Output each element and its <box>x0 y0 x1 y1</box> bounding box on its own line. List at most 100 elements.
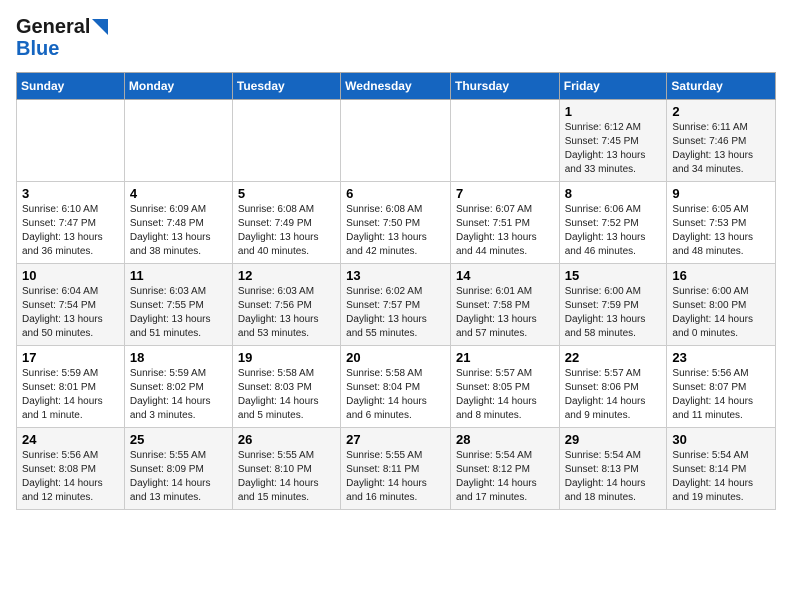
calendar-week-3: 10 Sunrise: 6:04 AM Sunset: 7:54 PM Dayli… <box>17 264 776 346</box>
column-header-friday: Friday <box>559 73 667 100</box>
day-number: 11 <box>130 268 227 283</box>
day-number: 26 <box>238 432 335 447</box>
day-number: 9 <box>672 186 770 201</box>
calendar-cell: 16 Sunrise: 6:00 AM Sunset: 8:00 PM Dayli… <box>667 264 776 346</box>
day-info: Sunrise: 6:10 AM Sunset: 7:47 PM Dayligh… <box>22 203 119 259</box>
day-number: 17 <box>22 350 119 365</box>
day-number: 7 <box>456 186 554 201</box>
calendar-week-1: 1Sunrise: 6:12 AM Sunset: 7:45 PM Daylig… <box>17 100 776 182</box>
calendar-cell <box>341 100 451 182</box>
calendar-cell: 20 Sunrise: 5:58 AM Sunset: 8:04 PM Dayli… <box>341 346 451 428</box>
calendar-cell: 10 Sunrise: 6:04 AM Sunset: 7:54 PM Dayli… <box>17 264 125 346</box>
calendar-cell: 24Sunrise: 5:56 AM Sunset: 8:08 PM Dayli… <box>17 428 125 510</box>
day-info: Sunrise: 6:05 AM Sunset: 7:53 PM Dayligh… <box>672 203 770 259</box>
calendar-cell: 8 Sunrise: 6:06 AM Sunset: 7:52 PM Daylig… <box>559 182 667 264</box>
column-header-sunday: Sunday <box>17 73 125 100</box>
calendar-week-2: 3 Sunrise: 6:10 AM Sunset: 7:47 PM Daylig… <box>17 182 776 264</box>
logo-blue-text: Blue <box>16 38 108 60</box>
day-number: 19 <box>238 350 335 365</box>
calendar-cell: 3 Sunrise: 6:10 AM Sunset: 7:47 PM Daylig… <box>17 182 125 264</box>
day-number: 8 <box>565 186 662 201</box>
day-info: Sunrise: 5:59 AM Sunset: 8:01 PM Dayligh… <box>22 367 119 423</box>
day-number: 14 <box>456 268 554 283</box>
day-number: 16 <box>672 268 770 283</box>
day-number: 23 <box>672 350 770 365</box>
calendar-cell: 29 Sunrise: 5:54 AM Sunset: 8:13 PM Dayli… <box>559 428 667 510</box>
calendar-header-row: SundayMondayTuesdayWednesdayThursdayFrid… <box>17 73 776 100</box>
calendar-cell: 6 Sunrise: 6:08 AM Sunset: 7:50 PM Daylig… <box>341 182 451 264</box>
calendar-cell: 2 Sunrise: 6:11 AM Sunset: 7:46 PM Daylig… <box>667 100 776 182</box>
day-info: Sunrise: 6:00 AM Sunset: 8:00 PM Dayligh… <box>672 285 770 341</box>
day-info: Sunrise: 6:02 AM Sunset: 7:57 PM Dayligh… <box>346 285 445 341</box>
calendar-cell: 11 Sunrise: 6:03 AM Sunset: 7:55 PM Dayli… <box>124 264 232 346</box>
calendar-cell: 19 Sunrise: 5:58 AM Sunset: 8:03 PM Dayli… <box>232 346 340 428</box>
calendar-week-5: 24Sunrise: 5:56 AM Sunset: 8:08 PM Dayli… <box>17 428 776 510</box>
calendar-cell: 1Sunrise: 6:12 AM Sunset: 7:45 PM Daylig… <box>559 100 667 182</box>
day-info: Sunrise: 5:56 AM Sunset: 8:08 PM Dayligh… <box>22 449 119 505</box>
calendar-cell: 23Sunrise: 5:56 AM Sunset: 8:07 PM Dayli… <box>667 346 776 428</box>
calendar-cell <box>124 100 232 182</box>
day-number: 2 <box>672 104 770 119</box>
logo: General Blue <box>16 16 108 60</box>
calendar-cell: 30Sunrise: 5:54 AM Sunset: 8:14 PM Dayli… <box>667 428 776 510</box>
column-header-thursday: Thursday <box>450 73 559 100</box>
day-info: Sunrise: 5:58 AM Sunset: 8:04 PM Dayligh… <box>346 367 445 423</box>
calendar-cell: 27 Sunrise: 5:55 AM Sunset: 8:11 PM Dayli… <box>341 428 451 510</box>
day-info: Sunrise: 5:54 AM Sunset: 8:13 PM Dayligh… <box>565 449 662 505</box>
calendar-cell: 25Sunrise: 5:55 AM Sunset: 8:09 PM Dayli… <box>124 428 232 510</box>
day-info: Sunrise: 5:55 AM Sunset: 8:11 PM Dayligh… <box>346 449 445 505</box>
day-info: Sunrise: 6:03 AM Sunset: 7:55 PM Dayligh… <box>130 285 227 341</box>
day-number: 21 <box>456 350 554 365</box>
calendar-body: 1Sunrise: 6:12 AM Sunset: 7:45 PM Daylig… <box>17 100 776 510</box>
day-info: Sunrise: 6:04 AM Sunset: 7:54 PM Dayligh… <box>22 285 119 341</box>
calendar-cell: 18 Sunrise: 5:59 AM Sunset: 8:02 PM Dayli… <box>124 346 232 428</box>
calendar-table: SundayMondayTuesdayWednesdayThursdayFrid… <box>16 72 776 510</box>
day-number: 22 <box>565 350 662 365</box>
day-number: 10 <box>22 268 119 283</box>
calendar-cell <box>232 100 340 182</box>
calendar-cell: 5 Sunrise: 6:08 AM Sunset: 7:49 PM Daylig… <box>232 182 340 264</box>
calendar-cell: 13Sunrise: 6:02 AM Sunset: 7:57 PM Dayli… <box>341 264 451 346</box>
day-number: 18 <box>130 350 227 365</box>
day-info: Sunrise: 5:58 AM Sunset: 8:03 PM Dayligh… <box>238 367 335 423</box>
calendar-cell <box>17 100 125 182</box>
column-header-tuesday: Tuesday <box>232 73 340 100</box>
calendar-week-4: 17 Sunrise: 5:59 AM Sunset: 8:01 PM Dayli… <box>17 346 776 428</box>
day-info: Sunrise: 5:57 AM Sunset: 8:06 PM Dayligh… <box>565 367 662 423</box>
day-number: 20 <box>346 350 445 365</box>
column-header-monday: Monday <box>124 73 232 100</box>
calendar-cell: 9 Sunrise: 6:05 AM Sunset: 7:53 PM Daylig… <box>667 182 776 264</box>
calendar-cell: 7 Sunrise: 6:07 AM Sunset: 7:51 PM Daylig… <box>450 182 559 264</box>
day-number: 3 <box>22 186 119 201</box>
column-header-saturday: Saturday <box>667 73 776 100</box>
day-number: 29 <box>565 432 662 447</box>
day-info: Sunrise: 6:09 AM Sunset: 7:48 PM Dayligh… <box>130 203 227 259</box>
calendar-cell: 12 Sunrise: 6:03 AM Sunset: 7:56 PM Dayli… <box>232 264 340 346</box>
day-number: 27 <box>346 432 445 447</box>
day-info: Sunrise: 6:01 AM Sunset: 7:58 PM Dayligh… <box>456 285 554 341</box>
day-info: Sunrise: 6:07 AM Sunset: 7:51 PM Dayligh… <box>456 203 554 259</box>
day-info: Sunrise: 6:03 AM Sunset: 7:56 PM Dayligh… <box>238 285 335 341</box>
column-header-wednesday: Wednesday <box>341 73 451 100</box>
calendar-cell: 22 Sunrise: 5:57 AM Sunset: 8:06 PM Dayli… <box>559 346 667 428</box>
calendar-cell: 17 Sunrise: 5:59 AM Sunset: 8:01 PM Dayli… <box>17 346 125 428</box>
calendar-cell <box>450 100 559 182</box>
day-info: Sunrise: 6:08 AM Sunset: 7:49 PM Dayligh… <box>238 203 335 259</box>
day-info: Sunrise: 6:00 AM Sunset: 7:59 PM Dayligh… <box>565 285 662 341</box>
day-number: 5 <box>238 186 335 201</box>
day-number: 1 <box>565 104 662 119</box>
day-number: 4 <box>130 186 227 201</box>
day-info: Sunrise: 5:57 AM Sunset: 8:05 PM Dayligh… <box>456 367 554 423</box>
day-info: Sunrise: 6:11 AM Sunset: 7:46 PM Dayligh… <box>672 121 770 177</box>
day-number: 12 <box>238 268 335 283</box>
calendar-cell: 4 Sunrise: 6:09 AM Sunset: 7:48 PM Daylig… <box>124 182 232 264</box>
day-info: Sunrise: 5:59 AM Sunset: 8:02 PM Dayligh… <box>130 367 227 423</box>
calendar-cell: 26Sunrise: 5:55 AM Sunset: 8:10 PM Dayli… <box>232 428 340 510</box>
calendar-cell: 21 Sunrise: 5:57 AM Sunset: 8:05 PM Dayli… <box>450 346 559 428</box>
day-number: 15 <box>565 268 662 283</box>
day-info: Sunrise: 5:54 AM Sunset: 8:14 PM Dayligh… <box>672 449 770 505</box>
day-info: Sunrise: 6:08 AM Sunset: 7:50 PM Dayligh… <box>346 203 445 259</box>
day-number: 6 <box>346 186 445 201</box>
day-info: Sunrise: 6:06 AM Sunset: 7:52 PM Dayligh… <box>565 203 662 259</box>
calendar-cell: 15 Sunrise: 6:00 AM Sunset: 7:59 PM Dayli… <box>559 264 667 346</box>
